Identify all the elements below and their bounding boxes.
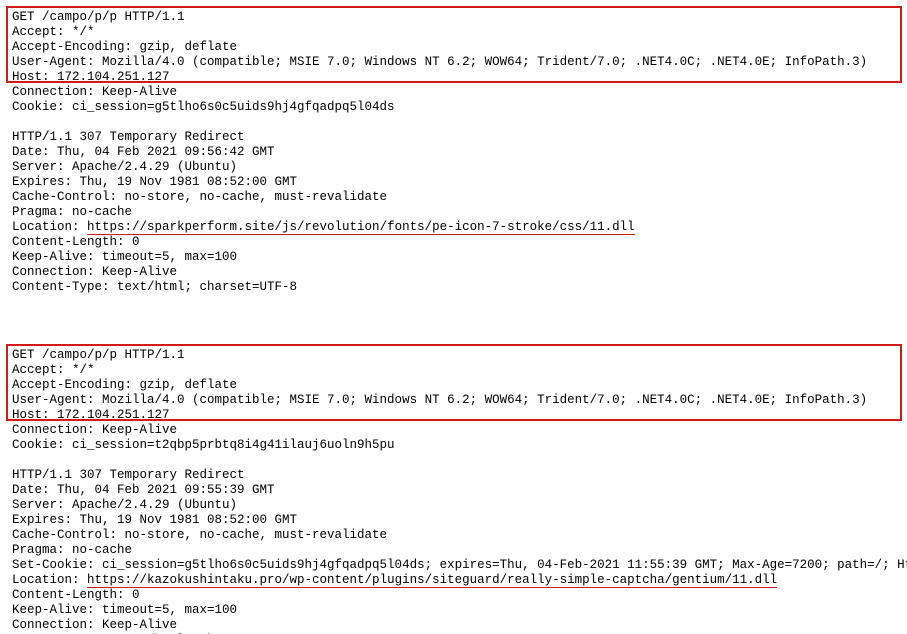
http-line: Date: Thu, 04 Feb 2021 09:56:42 GMT [12,145,899,160]
location-url: https://kazokushintaku.pro/wp-content/pl… [87,574,777,588]
http-line: GET /campo/p/p HTTP/1.1 [12,10,899,25]
http-line: Cookie: ci_session=g5tlho6s0c5uids9hj4gf… [12,100,899,115]
http-line: Date: Thu, 04 Feb 2021 09:55:39 GMT [12,483,899,498]
http-dump: GET /campo/p/p HTTP/1.1Accept: */*Accept… [0,0,907,634]
http-line: Keep-Alive: timeout=5, max=100 [12,603,899,618]
http-line: GET /campo/p/p HTTP/1.1 [12,348,899,363]
http-line: Connection: Keep-Alive [12,618,899,633]
http-line: User-Agent: Mozilla/4.0 (compatible; MSI… [12,55,899,70]
http-line: Keep-Alive: timeout=5, max=100 [12,250,899,265]
http-line: Content-Length: 0 [12,235,899,250]
http-line: Location: https://kazokushintaku.pro/wp-… [12,573,899,588]
http-line: Pragma: no-cache [12,543,899,558]
http-line: Cache-Control: no-store, no-cache, must-… [12,190,899,205]
location-url: https://sparkperform.site/js/revolution/… [87,221,635,235]
http-line: Content-Type: text/html; charset=UTF-8 [12,280,899,295]
http-line: Accept: */* [12,363,899,378]
http-line: HTTP/1.1 307 Temporary Redirect [12,468,899,483]
http-line: Accept: */* [12,25,899,40]
http-line: Set-Cookie: ci_session=g5tlho6s0c5uids9h… [12,558,899,573]
http-line: Pragma: no-cache [12,205,899,220]
http-line: User-Agent: Mozilla/4.0 (compatible; MSI… [12,393,899,408]
http-line: Connection: Keep-Alive [12,265,899,280]
http-line: Expires: Thu, 19 Nov 1981 08:52:00 GMT [12,175,899,190]
http-line: Expires: Thu, 19 Nov 1981 08:52:00 GMT [12,513,899,528]
location-label: Location: [12,220,87,234]
http-line: Location: https://sparkperform.site/js/r… [12,220,899,235]
location-label: Location: [12,573,87,587]
http-line: Content-Length: 0 [12,588,899,603]
http-line: Accept-Encoding: gzip, deflate [12,378,899,393]
http-line: Cookie: ci_session=t2qbp5prbtq8i4g41ilau… [12,438,899,453]
http-line: Host: 172.104.251.127 [12,408,899,423]
http-line: Accept-Encoding: gzip, deflate [12,40,899,55]
http-line: Connection: Keep-Alive [12,85,899,100]
http-line: Server: Apache/2.4.29 (Ubuntu) [12,160,899,175]
http-line: HTTP/1.1 307 Temporary Redirect [12,130,899,145]
http-line: Connection: Keep-Alive [12,423,899,438]
http-line: Server: Apache/2.4.29 (Ubuntu) [12,498,899,513]
http-line: Cache-Control: no-store, no-cache, must-… [12,528,899,543]
http-line: Host: 172.104.251.127 [12,70,899,85]
